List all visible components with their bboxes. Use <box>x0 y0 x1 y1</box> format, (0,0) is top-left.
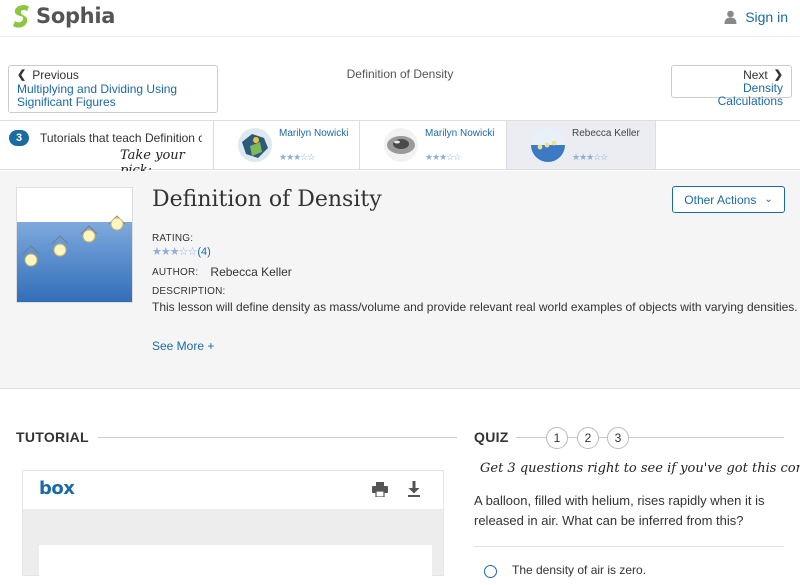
tutorial-thumbnail-image <box>384 128 418 162</box>
user-icon <box>724 10 737 24</box>
tutorial-heading: TUTORIAL <box>16 429 89 445</box>
top-bar: Sophia Sign in <box>0 0 800 36</box>
lesson-navigation: ❮ Previous Multiplying and Dividing Usin… <box>0 36 800 120</box>
quiz-question-2-button[interactable]: 2 <box>577 427 599 449</box>
tutorial-rating-stars: ★★★☆☆ <box>279 152 315 162</box>
lesson-info-panel: Definition of Density Other Actions ⌄ RA… <box>0 171 800 389</box>
tutorial-thumbnail <box>238 128 272 162</box>
strip-divider <box>655 121 656 169</box>
previous-lesson-title-line2: Significant Figures <box>17 95 116 109</box>
tutorial-thumbnail-image <box>531 128 565 162</box>
chevron-down-icon: ⌄ <box>764 194 773 205</box>
lesson-rating[interactable]: ★★★☆☆ (4) <box>152 245 211 259</box>
quiz-divider <box>474 546 784 547</box>
tutorial-thumbnail-image <box>238 128 272 162</box>
document-viewer: box <box>22 470 444 585</box>
tutorial-card[interactable]: Marilyn Nowicki ★★★☆☆ <box>359 121 505 169</box>
other-actions-dropdown[interactable]: Other Actions ⌄ <box>672 186 785 213</box>
tutorial-thumbnail <box>384 128 418 162</box>
tutorial-heading-rule <box>98 437 457 438</box>
tutorial-author: Marilyn Nowicki <box>425 128 495 139</box>
current-lesson-title: Definition of Density <box>346 67 454 81</box>
lesson-thumbnail <box>16 187 133 303</box>
quiz-heading: QUIZ <box>474 429 509 445</box>
previous-label: Previous <box>32 68 79 82</box>
quiz-answer-option[interactable]: The density of air is zero. <box>484 561 646 578</box>
next-lesson-button[interactable]: Next ❯ Density Calculations <box>671 65 792 108</box>
chevron-left-icon: ❮ <box>17 69 27 81</box>
author-row: AUTHOR: Rebecca Keller <box>152 265 292 279</box>
lesson-title: Definition of Density <box>152 187 382 212</box>
viewer-toolbar: box <box>23 471 443 507</box>
tutorials-label: Tutorials that teach Definition of Densi… <box>40 131 202 145</box>
box-logo[interactable]: box <box>39 478 75 499</box>
quiz-answer-text: The density of air is zero. <box>512 562 647 577</box>
author-label: AUTHOR: <box>152 266 199 278</box>
sign-in-label: Sign in <box>745 9 788 25</box>
tutorial-card-selected[interactable]: Rebecca Keller ★★★☆☆ <box>506 121 655 169</box>
next-lesson-link[interactable]: Density Calculations <box>680 82 783 108</box>
rating-stars: ★★★☆☆ <box>152 246 197 258</box>
previous-lesson-link[interactable]: Multiplying and Dividing Using Significa… <box>17 83 209 109</box>
tutorial-thumbnail <box>531 128 565 162</box>
description-label: DESCRIPTION: <box>152 286 226 297</box>
lesson-description: This lesson will define density as mass/… <box>152 300 798 314</box>
previous-direction: ❮ Previous <box>17 69 209 82</box>
tutorial-card[interactable]: Marilyn Nowicki ★★★☆☆ <box>213 121 359 169</box>
quiz-promo-text: Get 3 questions right to see if you've g… <box>480 461 800 476</box>
tutorial-author: Marilyn Nowicki <box>279 128 349 139</box>
tutorial-author: Rebecca Keller <box>572 128 640 139</box>
see-more-link[interactable]: See More + <box>152 339 214 353</box>
sign-in-link[interactable]: Sign in <box>724 9 788 25</box>
tutorial-count-badge: 3 <box>9 130 29 146</box>
tutorials-intro: 3 Tutorials that teach Definition of Den… <box>0 121 213 178</box>
other-actions-label: Other Actions <box>684 192 757 207</box>
sophia-logo-icon <box>13 5 29 28</box>
tutorial-rating-stars: ★★★☆☆ <box>425 152 461 162</box>
tutorial-rating-stars: ★★★☆☆ <box>572 152 608 162</box>
quiz-question-1-button[interactable]: 1 <box>546 427 568 449</box>
viewer-canvas[interactable] <box>23 509 443 585</box>
rating-count[interactable]: (4) <box>197 246 210 258</box>
radio-button[interactable] <box>484 565 497 578</box>
tutorials-strip: 3 Tutorials that teach Definition of Den… <box>0 120 800 178</box>
quiz-question-3-button[interactable]: 3 <box>607 427 629 449</box>
author-name: Rebecca Keller <box>210 265 292 279</box>
print-icon[interactable] <box>372 482 388 497</box>
download-icon[interactable] <box>407 481 421 497</box>
document-page <box>39 545 432 585</box>
sophia-logo[interactable]: Sophia <box>10 3 115 29</box>
logo-text: Sophia <box>36 4 116 28</box>
rating-label: RATING: <box>152 233 194 244</box>
quiz-question-text: A balloon, filled with helium, rises rap… <box>474 493 765 528</box>
lesson-thumbnail-image <box>17 188 132 302</box>
previous-lesson-button[interactable]: ❮ Previous Multiplying and Dividing Usin… <box>8 65 218 113</box>
